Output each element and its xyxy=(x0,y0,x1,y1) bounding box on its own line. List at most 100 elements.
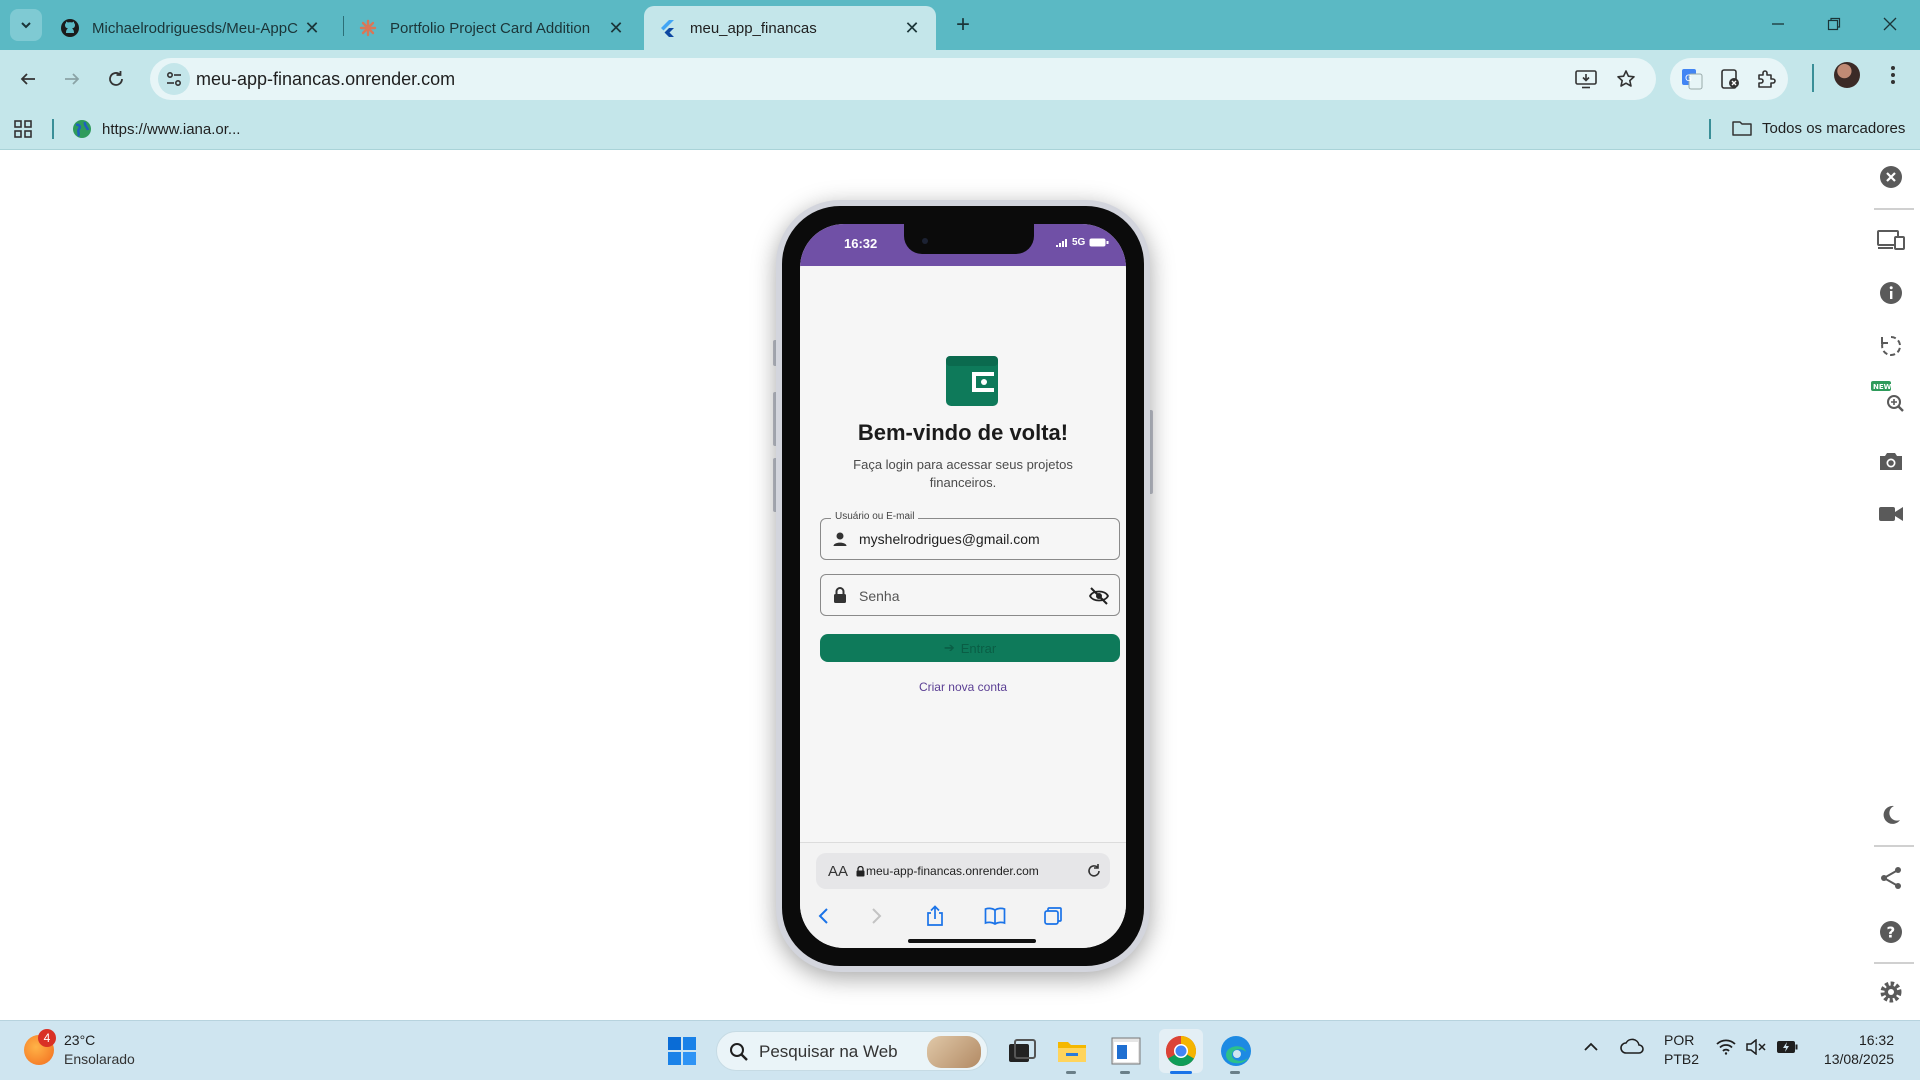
windows-icon xyxy=(668,1037,696,1065)
language-code[interactable]: POR xyxy=(1664,1032,1694,1048)
wifi-icon xyxy=(1716,1039,1736,1055)
safari-tabs-button[interactable] xyxy=(1038,903,1068,929)
reload-icon[interactable] xyxy=(1086,863,1102,879)
forward-button[interactable] xyxy=(54,61,90,97)
apps-grid-icon xyxy=(14,120,32,138)
screenshot-button[interactable] xyxy=(1876,446,1906,476)
settings-button[interactable] xyxy=(1876,977,1906,1007)
translate-extension-button[interactable]: G xyxy=(1678,65,1706,93)
phone-notch xyxy=(904,224,1034,254)
svg-text:NEW: NEW xyxy=(1873,383,1892,391)
chrome-taskbar-button[interactable] xyxy=(1159,1029,1203,1073)
info-button[interactable] xyxy=(1876,278,1906,308)
star-icon xyxy=(1617,70,1635,87)
devices-button[interactable] xyxy=(1876,225,1906,255)
close-tab-icon[interactable]: ✕ xyxy=(302,18,322,38)
clock-time[interactable]: 16:32 xyxy=(1854,1032,1894,1048)
quick-settings-button[interactable] xyxy=(1716,1039,1798,1055)
safari-back-button[interactable] xyxy=(808,903,838,929)
new-tab-button[interactable]: + xyxy=(948,10,978,40)
tab-meu-app-financas[interactable]: meu_app_financas ✕ xyxy=(644,6,936,50)
back-button[interactable] xyxy=(10,61,46,97)
password-field[interactable]: Senha xyxy=(820,574,1120,616)
gear-icon xyxy=(1880,981,1902,1003)
tray-overflow-button[interactable] xyxy=(1583,1039,1599,1057)
browser-menu-button[interactable] xyxy=(1878,60,1908,90)
address-bar[interactable]: meu-app-financas.onrender.com xyxy=(150,58,1656,100)
network-label: 5G xyxy=(1072,237,1086,248)
create-account-link[interactable]: Criar nova conta xyxy=(800,680,1126,694)
install-app-button[interactable] xyxy=(1572,65,1600,93)
moon-icon xyxy=(1883,805,1900,824)
weather-temp[interactable]: 23°C xyxy=(64,1032,95,1048)
restore-button[interactable] xyxy=(1806,0,1862,48)
blocker-extension-icon xyxy=(1721,69,1739,89)
devices-icon xyxy=(1877,230,1905,250)
bookmark-iana[interactable]: https://www.iana.or... xyxy=(72,119,240,139)
visibility-off-icon[interactable] xyxy=(1089,587,1109,605)
login-button[interactable]: ➔ Entrar xyxy=(820,634,1120,662)
login-icon: ➔ xyxy=(943,640,955,655)
volume-mute-icon xyxy=(1746,1039,1766,1055)
keyboard-layout[interactable]: PTB2 xyxy=(1664,1051,1699,1067)
safari-url: meu-app-financas.onrender.com xyxy=(866,864,1039,878)
extensions-menu-button[interactable] xyxy=(1752,65,1780,93)
edge-taskbar-button[interactable] xyxy=(1214,1029,1258,1073)
apps-button[interactable] xyxy=(14,120,32,143)
onedrive-button[interactable] xyxy=(1620,1037,1644,1060)
email-field[interactable]: Usuário ou E-mail myshelrodrigues@gmail.… xyxy=(820,511,1120,560)
minimize-button[interactable] xyxy=(1750,0,1806,48)
close-tab-icon[interactable]: ✕ xyxy=(606,18,626,38)
chrome-icon xyxy=(1165,1036,1197,1067)
dark-mode-button[interactable] xyxy=(1876,800,1906,830)
site-info-button[interactable] xyxy=(158,63,190,95)
all-bookmarks-button[interactable]: Todos os marcadores xyxy=(1732,119,1905,137)
rotate-button[interactable] xyxy=(1876,331,1906,361)
clock-date[interactable]: 13/08/2025 xyxy=(1818,1051,1894,1067)
safari-bookmarks-button[interactable] xyxy=(980,903,1010,929)
extensions-group: G xyxy=(1670,58,1788,100)
reload-button[interactable] xyxy=(98,61,134,97)
zoom-new-icon: NEW xyxy=(1871,381,1904,412)
task-view-button[interactable] xyxy=(1000,1029,1044,1073)
safari-share-button[interactable] xyxy=(920,903,950,929)
cloud-icon xyxy=(1620,1038,1644,1054)
file-explorer-button[interactable] xyxy=(1050,1029,1094,1073)
tab-search-button[interactable] xyxy=(10,9,42,41)
close-tab-icon[interactable]: ✕ xyxy=(902,18,922,38)
text-size-button[interactable]: AA xyxy=(828,863,848,880)
svg-text:?: ? xyxy=(1887,924,1896,942)
start-button[interactable] xyxy=(660,1029,704,1073)
tab-portfolio[interactable]: Portfolio Project Card Addition ✕ xyxy=(344,6,640,50)
puzzle-icon xyxy=(1758,70,1776,88)
bookmarks-separator xyxy=(52,119,54,139)
lock-icon xyxy=(834,587,846,603)
search-placeholder: Pesquisar na Web xyxy=(759,1042,898,1061)
task-view-icon xyxy=(1009,1039,1036,1062)
flutter-icon xyxy=(658,18,678,38)
email-field-value: myshelrodrigues@gmail.com xyxy=(859,531,1040,547)
weather-desc[interactable]: Ensolarado xyxy=(64,1051,135,1067)
safari-forward-button[interactable] xyxy=(862,903,892,929)
profile-avatar[interactable] xyxy=(1834,62,1860,88)
bookmark-star-button[interactable] xyxy=(1612,65,1640,93)
close-window-button[interactable] xyxy=(1862,0,1918,48)
address-url[interactable]: meu-app-financas.onrender.com xyxy=(196,69,455,90)
tab-github[interactable]: Michaelrodriguesds/Meu-AppC ✕ xyxy=(46,6,336,50)
close-panel-button[interactable] xyxy=(1876,162,1906,192)
phone-frame: 16:32 5G Bem-vindo de volta! Faça login … xyxy=(776,200,1150,972)
safari-address-bar[interactable]: AA meu-app-financas.onrender.com xyxy=(816,853,1110,889)
help-button[interactable]: ? xyxy=(1876,917,1906,947)
install-icon xyxy=(1575,70,1597,89)
share-button[interactable] xyxy=(1876,863,1906,893)
chevron-right-icon xyxy=(872,908,882,924)
record-button[interactable] xyxy=(1876,499,1906,529)
tabs-icon xyxy=(1044,907,1062,925)
tab-strip: Michaelrodriguesds/Meu-AppC ✕ Portfolio … xyxy=(0,0,1920,50)
zoom-button[interactable]: NEW xyxy=(1870,380,1906,416)
taskbar-search[interactable]: Pesquisar na Web xyxy=(716,1031,988,1071)
app-window-button[interactable] xyxy=(1104,1029,1148,1073)
extension-blocker-button[interactable] xyxy=(1716,65,1744,93)
email-field-label: Usuário ou E-mail xyxy=(831,511,919,522)
more-vert-icon xyxy=(1891,66,1895,84)
